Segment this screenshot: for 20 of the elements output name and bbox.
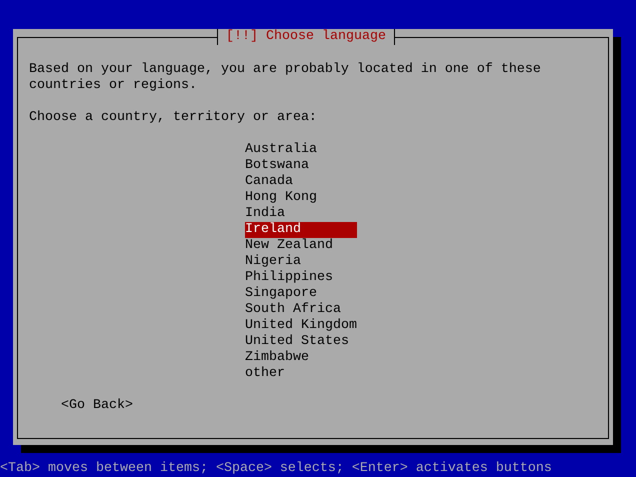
- go-back-button[interactable]: <Go Back>: [61, 398, 133, 414]
- country-option[interactable]: Philippines: [245, 270, 357, 286]
- country-option[interactable]: Ireland: [245, 222, 357, 238]
- country-option[interactable]: Canada: [245, 174, 357, 190]
- key-help-text: <Tab> moves between items; <Space> selects; <Enter> activates buttons: [0, 461, 553, 477]
- country-option[interactable]: Nigeria: [245, 254, 357, 270]
- country-option[interactable]: India: [245, 206, 357, 222]
- country-option[interactable]: New Zealand: [245, 238, 357, 254]
- prompt-text: Choose a country, territory or area:: [29, 110, 318, 126]
- country-option[interactable]: Zimbabwe: [245, 350, 357, 366]
- country-option[interactable]: South Africa: [245, 302, 357, 318]
- country-option[interactable]: other: [245, 366, 357, 382]
- dialog-title: [!!] Choose language: [217, 29, 395, 45]
- country-option[interactable]: Hong Kong: [245, 190, 357, 206]
- message-text: Based on your language, you are probably located in one of these countries or regions.: [29, 62, 542, 94]
- country-option[interactable]: United Kingdom: [245, 318, 357, 334]
- country-option[interactable]: United States: [245, 334, 357, 350]
- country-option[interactable]: Australia: [245, 142, 357, 158]
- country-option[interactable]: Botswana: [245, 158, 357, 174]
- country-option[interactable]: Singapore: [245, 286, 357, 302]
